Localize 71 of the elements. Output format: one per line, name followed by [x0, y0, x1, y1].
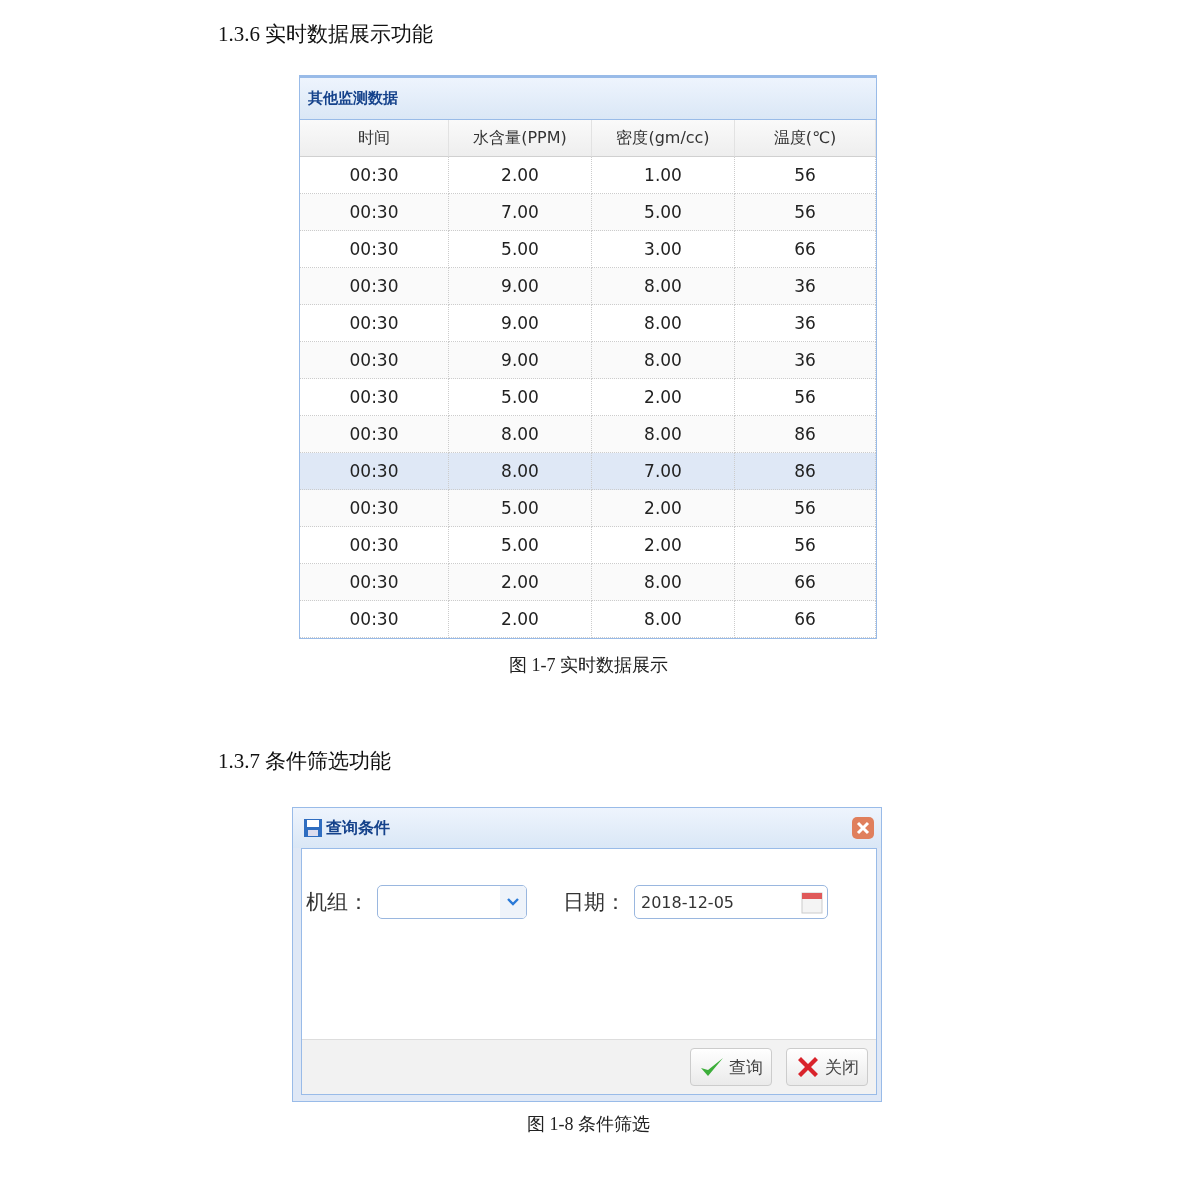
table-cell: 00:30: [300, 194, 449, 231]
table-cell: 00:30: [300, 527, 449, 564]
table-cell: 2.00: [449, 601, 592, 638]
section-heading: 1.3.7 条件筛选功能: [218, 748, 393, 775]
table-cell: 8.00: [592, 268, 735, 305]
table-cell: 9.00: [449, 342, 592, 379]
table-cell: 5.00: [449, 231, 592, 268]
table-cell: 5.00: [592, 194, 735, 231]
table-cell: 5.00: [449, 527, 592, 564]
table-cell: 1.00: [592, 157, 735, 194]
table-cell: 3.00: [592, 231, 735, 268]
search-button[interactable]: 查询: [690, 1048, 772, 1086]
column-header: 水含量(PPM): [449, 120, 592, 157]
table-cell: 00:30: [300, 305, 449, 342]
close-button[interactable]: 关闭: [786, 1048, 868, 1086]
table-cell: 00:30: [300, 416, 449, 453]
table-cell: 00:30: [300, 601, 449, 638]
table-cell: 2.00: [592, 527, 735, 564]
table-cell: 8.00: [592, 564, 735, 601]
table-cell: 5.00: [449, 379, 592, 416]
table-cell: 00:30: [300, 268, 449, 305]
table-cell: 8.00: [449, 453, 592, 490]
table-cell: 86: [735, 416, 876, 453]
panel-title: 其他监测数据: [300, 78, 876, 120]
table-cell: 8.00: [592, 601, 735, 638]
table-cell: 56: [735, 527, 876, 564]
table-cell: 66: [735, 231, 876, 268]
table-cell: 2.00: [592, 490, 735, 527]
chevron-down-icon: [506, 897, 520, 907]
table-cell: 8.00: [592, 305, 735, 342]
dialog-title: 查询条件: [326, 817, 391, 839]
table-cell: 66: [735, 564, 876, 601]
date-field[interactable]: 2018-12-05: [634, 885, 828, 919]
table-cell: 66: [735, 601, 876, 638]
table-cell: 00:30: [300, 564, 449, 601]
field-label: 机组：: [306, 889, 369, 916]
calendar-icon: [801, 890, 823, 914]
table-cell: 8.00: [449, 416, 592, 453]
table-cell: 2.00: [592, 379, 735, 416]
table-cell: 8.00: [592, 416, 735, 453]
table-cell: 56: [735, 490, 876, 527]
table-cell: 56: [735, 157, 876, 194]
section-heading: 1.3.6 实时数据展示功能: [218, 21, 435, 48]
figure-caption: 图 1-8 条件筛选: [526, 1113, 651, 1136]
table-cell: 36: [735, 268, 876, 305]
table-cell: 00:30: [300, 231, 449, 268]
column-header: 密度(gm/cc): [592, 120, 735, 157]
table-cell: 56: [735, 379, 876, 416]
table-cell: 00:30: [300, 157, 449, 194]
table-cell: 7.00: [449, 194, 592, 231]
table-cell: 00:30: [300, 453, 449, 490]
column-header: 温度(℃): [735, 120, 876, 157]
table-cell: 36: [735, 305, 876, 342]
figure-caption: 图 1-7 实时数据展示: [508, 654, 669, 677]
field-label: 日期：: [563, 889, 626, 916]
table-cell: 00:30: [300, 379, 449, 416]
column-header: 时间: [300, 120, 449, 157]
table-cell: 9.00: [449, 305, 592, 342]
table-cell: 00:30: [300, 342, 449, 379]
dropdown-field[interactable]: [377, 885, 527, 919]
table-cell: 2.00: [449, 157, 592, 194]
close-icon[interactable]: [851, 816, 875, 840]
table-cell: 9.00: [449, 268, 592, 305]
table-cell: 8.00: [592, 342, 735, 379]
table-cell: 2.00: [449, 564, 592, 601]
table-cell: 86: [735, 453, 876, 490]
table-cell: 7.00: [592, 453, 735, 490]
table-cell: 5.00: [449, 490, 592, 527]
table-cell: 36: [735, 342, 876, 379]
table-cell: 00:30: [300, 490, 449, 527]
table-cell: 56: [735, 194, 876, 231]
